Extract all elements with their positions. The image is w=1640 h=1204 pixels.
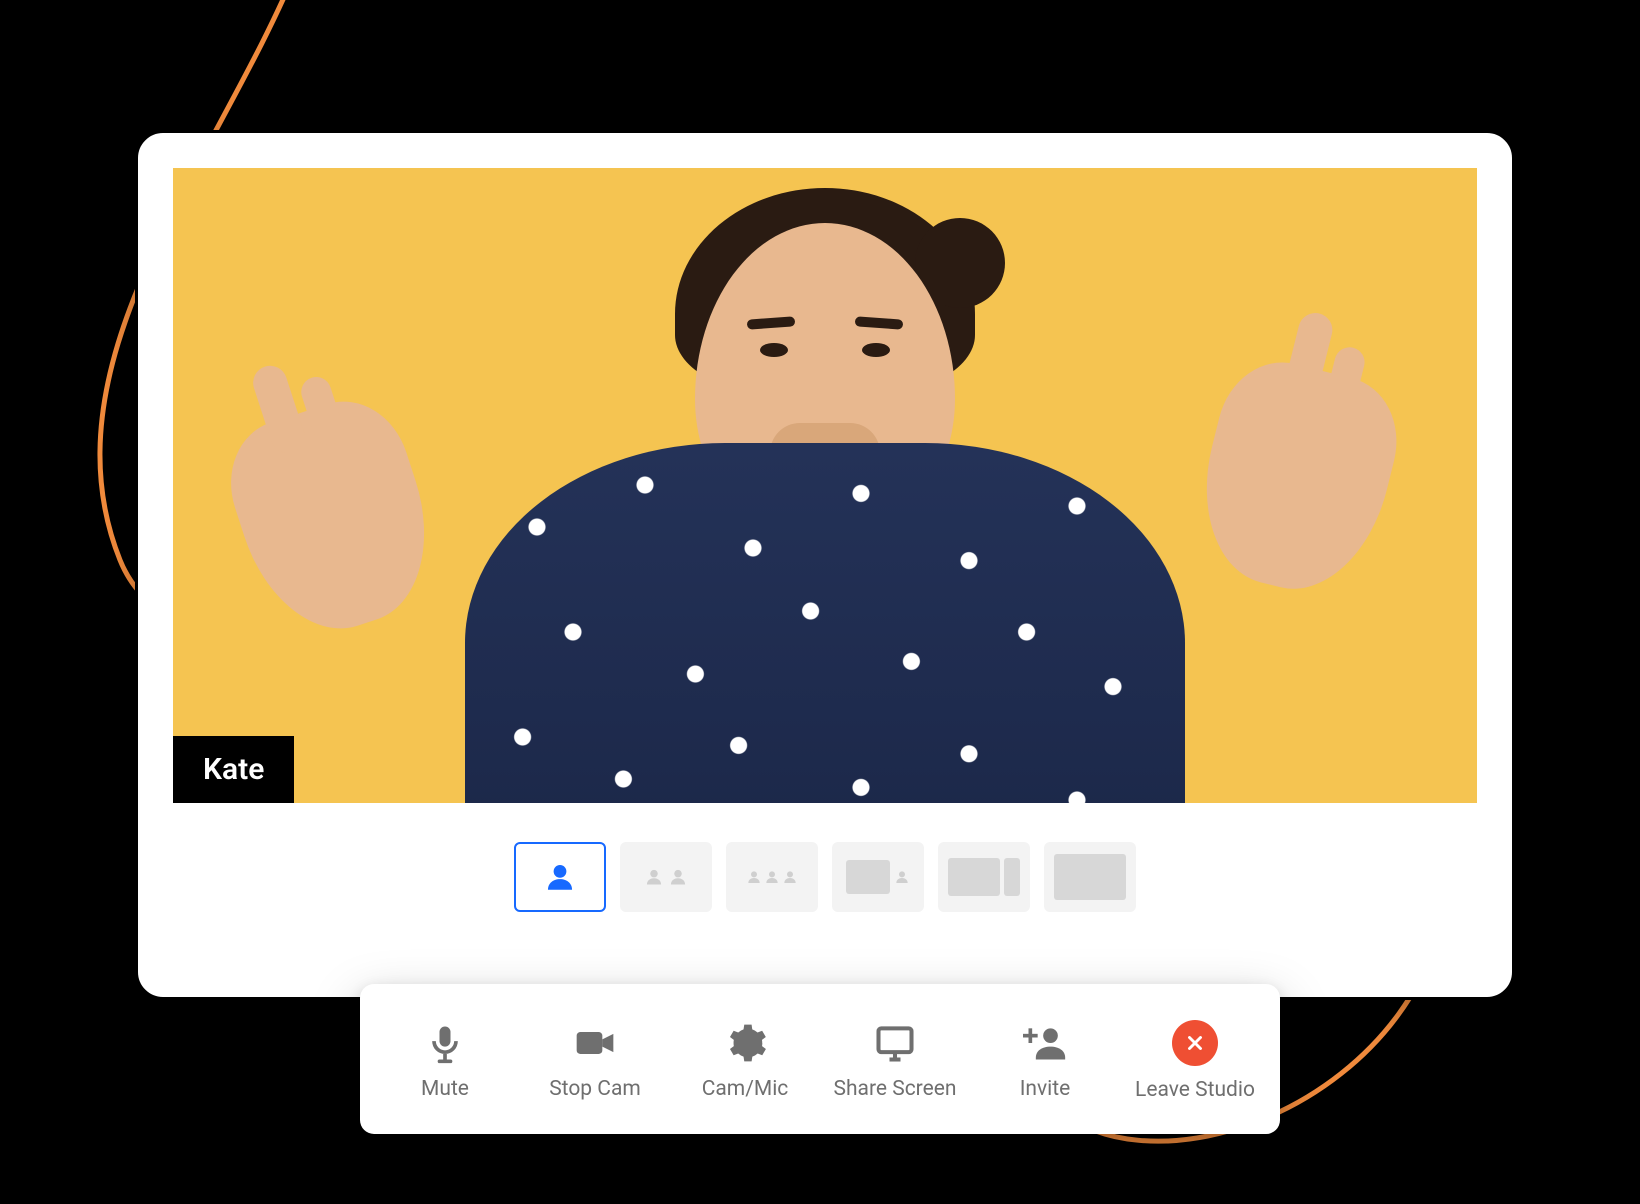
stop-cam-button[interactable]: Stop Cam (520, 1002, 670, 1120)
leave-label: Leave Studio (1135, 1078, 1255, 1102)
participant-name-badge: Kate (173, 736, 294, 803)
share-screen-label: Share Screen (834, 1077, 957, 1101)
person-icon (668, 867, 688, 887)
gear-icon (723, 1021, 767, 1065)
layout-option-screen-full[interactable] (1044, 842, 1136, 912)
layout-option-screen-side[interactable] (938, 842, 1030, 912)
close-icon (1172, 1020, 1218, 1066)
microphone-icon (423, 1021, 467, 1065)
participant-name: Kate (203, 752, 264, 787)
screen-rect-icon (846, 860, 890, 894)
leave-studio-button[interactable]: Leave Studio (1120, 1002, 1270, 1120)
layout-option-solo[interactable] (514, 842, 606, 912)
person-icon (764, 869, 780, 885)
studio-window: Kate (135, 130, 1515, 1000)
monitor-icon (873, 1021, 917, 1065)
cam-mic-settings-button[interactable]: Cam/Mic (670, 1002, 820, 1120)
invite-label: Invite (1020, 1077, 1071, 1101)
person-icon (746, 869, 762, 885)
layout-selector (138, 828, 1512, 922)
person-icon (543, 860, 577, 894)
share-screen-button[interactable]: Share Screen (820, 1002, 970, 1120)
add-person-icon (1023, 1021, 1067, 1065)
screen-rect-icon (1054, 854, 1126, 900)
camera-icon (573, 1021, 617, 1065)
side-rect-icon (1004, 858, 1020, 896)
mute-button[interactable]: Mute (370, 1002, 520, 1120)
mute-label: Mute (421, 1077, 469, 1101)
invite-button[interactable]: Invite (970, 1002, 1120, 1120)
cam-mic-label: Cam/Mic (702, 1077, 789, 1101)
studio-toolbar: Mute Stop Cam Cam/Mic Share Screen Invit… (360, 984, 1280, 1134)
stop-cam-label: Stop Cam (549, 1077, 641, 1101)
screen-rect-icon (948, 858, 1000, 896)
layout-option-two-up[interactable] (620, 842, 712, 912)
layout-option-three-up[interactable] (726, 842, 818, 912)
person-icon (644, 867, 664, 887)
participant-video (173, 168, 1477, 803)
layout-option-screen-pip[interactable] (832, 842, 924, 912)
person-icon (894, 869, 910, 885)
video-area: Kate (173, 168, 1477, 803)
person-icon (782, 869, 798, 885)
